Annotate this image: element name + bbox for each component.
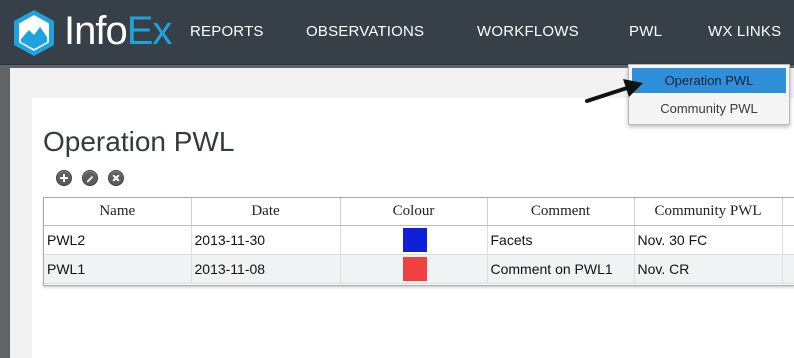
menu-item-operation-pwl[interactable]: Operation PWL bbox=[632, 68, 786, 93]
cell-name[interactable]: PWL1 bbox=[44, 254, 192, 284]
nav-reports[interactable]: REPORTS bbox=[190, 22, 264, 42]
colour-swatch[interactable] bbox=[403, 257, 427, 281]
nav-observations[interactable]: OBSERVATIONS bbox=[306, 22, 424, 42]
infoex-logo-icon[interactable] bbox=[12, 9, 56, 57]
delete-icon[interactable] bbox=[108, 170, 124, 186]
column-header-colour[interactable]: Colour bbox=[340, 198, 488, 226]
menu-item-community-pwl[interactable]: Community PWL bbox=[632, 96, 786, 121]
colour-swatch[interactable] bbox=[403, 228, 427, 252]
nav-wx-links[interactable]: WX LINKS bbox=[708, 22, 781, 42]
pwl-dropdown-menu: Operation PWL Community PWL bbox=[628, 64, 790, 125]
cell-colour[interactable] bbox=[340, 254, 488, 284]
cell-community-pwl[interactable]: Nov. 30 FC bbox=[634, 225, 783, 255]
cell-comment[interactable]: Comment on PWL1 bbox=[487, 254, 635, 284]
nav-pwl[interactable]: PWL bbox=[629, 22, 662, 42]
table-row[interactable]: PWL2 2013-11-30 Facets Nov. 30 FC bbox=[44, 225, 794, 255]
annotation-arrow-icon bbox=[585, 79, 643, 103]
top-navigation-bar: InfoEx REPORTS OBSERVATIONS WORKFLOWS PW… bbox=[0, 0, 794, 65]
brand-prefix: Info bbox=[64, 9, 128, 53]
column-header-date[interactable]: Date bbox=[191, 198, 341, 226]
cell-comment[interactable]: Facets bbox=[487, 225, 635, 255]
cell-spacer bbox=[782, 254, 794, 284]
edit-icon[interactable] bbox=[82, 170, 98, 186]
cell-date[interactable]: 2013-11-30 bbox=[191, 225, 341, 255]
cell-colour[interactable] bbox=[340, 225, 488, 255]
brand-suffix: Ex bbox=[126, 9, 173, 53]
cell-date[interactable]: 2013-11-08 bbox=[191, 254, 341, 284]
nav-workflows[interactable]: WORKFLOWS bbox=[477, 22, 579, 42]
column-header-spacer bbox=[782, 198, 794, 226]
table-row[interactable]: PWL1 2013-11-08 Comment on PWL1 Nov. CR bbox=[44, 254, 794, 284]
page-title: Operation PWL bbox=[43, 126, 235, 157]
column-header-community-pwl[interactable]: Community PWL bbox=[634, 198, 783, 226]
add-icon[interactable] bbox=[56, 170, 72, 186]
column-header-comment[interactable]: Comment bbox=[487, 198, 635, 226]
table-header-row: Name Date Colour Comment Community PWL bbox=[44, 198, 794, 226]
pwl-table: Name Date Colour Comment Community PWL P… bbox=[43, 197, 794, 286]
brand-logotype[interactable]: InfoEx bbox=[64, 8, 173, 54]
cell-spacer bbox=[782, 225, 794, 255]
cell-name[interactable]: PWL2 bbox=[44, 225, 192, 255]
column-header-name[interactable]: Name bbox=[44, 198, 192, 226]
cell-community-pwl[interactable]: Nov. CR bbox=[634, 254, 783, 284]
